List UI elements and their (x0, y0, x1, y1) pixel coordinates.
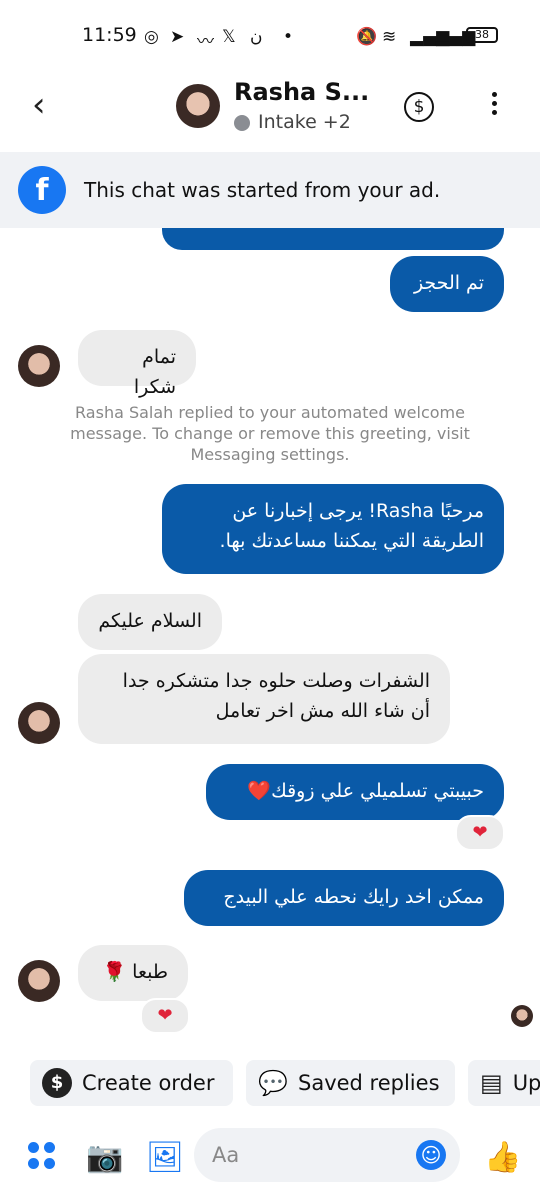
status-time: 11:59 (82, 24, 137, 46)
wifi-icon: ≋ (382, 27, 397, 47)
camera-icon[interactable]: 📷 (86, 1140, 123, 1175)
contact-avatar[interactable] (176, 84, 220, 128)
message-bubble-outgoing[interactable]: ممكن اخد رايك نحطه علي البيدج (184, 870, 504, 926)
status-dot-icon (234, 115, 250, 131)
message-bubble-outgoing[interactable]: حبيبتي تسلميلي علي زوقك❤️ (206, 764, 504, 820)
gallery-icon[interactable]: 🖼 (146, 1140, 184, 1175)
contact-avatar-small[interactable] (18, 345, 60, 387)
contact-card-label: Up (512, 1071, 540, 1095)
system-note: Rasha Salah replied to your automated we… (70, 403, 470, 464)
battery-indicator: 38 (466, 27, 498, 43)
heart-reaction-icon[interactable]: ❤ (455, 815, 505, 851)
contact-avatar-small[interactable] (18, 702, 60, 744)
signal-icon: 〰 (197, 32, 214, 52)
notification-dot-icon: • (283, 27, 294, 47)
payment-button[interactable]: $ (404, 92, 434, 122)
like-icon[interactable]: 👍 (484, 1140, 521, 1175)
contact-avatar-small[interactable] (18, 960, 60, 1002)
mute-icon: 🔕 (356, 27, 378, 47)
message-input-placeholder: Aa (212, 1143, 240, 1167)
message-bubble-incoming[interactable]: السلام عليكم (78, 594, 222, 650)
message-bubble-outgoing[interactable]: تم الحجز (390, 256, 504, 312)
emoji-icon[interactable]: ☺ (416, 1140, 446, 1170)
id-card-icon: ▤ (480, 1069, 503, 1097)
message-bubble-outgoing[interactable]: مرحبًا Rasha! يرجى إخبارنا عن الطريقة ال… (162, 484, 504, 574)
heart-reaction-icon[interactable]: ❤ (140, 998, 190, 1034)
app-icon: ن (250, 27, 263, 47)
facebook-icon: f (18, 166, 66, 214)
saved-replies-chip[interactable]: 💬 Saved replies (246, 1060, 455, 1106)
message-bubble-incoming[interactable]: الشفرات وصلت حلوه جدا متشكره جدا أن شاء … (78, 654, 450, 744)
contact-name[interactable]: Rasha S... (234, 78, 369, 106)
contact-labels[interactable]: Intake +2 (258, 111, 351, 133)
ad-banner-text: This chat was started from your ad. (84, 178, 441, 202)
whatsapp-icon: ◎ (144, 27, 159, 47)
more-options-icon[interactable] (492, 92, 498, 119)
create-order-label: Create order (82, 1071, 215, 1095)
back-button[interactable]: ‹ (32, 88, 46, 122)
telegram-icon: ➤ (170, 27, 185, 47)
x-icon: 𝕏 (222, 27, 236, 47)
contact-card-chip[interactable]: ▤ Up (468, 1060, 540, 1106)
chat-bubbles-icon: 💬 (258, 1069, 288, 1097)
apps-grid-icon[interactable] (28, 1142, 56, 1170)
seen-avatar (511, 1005, 533, 1027)
create-order-chip[interactable]: $ Create order (30, 1060, 233, 1106)
saved-replies-label: Saved replies (298, 1071, 440, 1095)
message-bubble-incoming[interactable]: تمام شكرا (78, 330, 196, 398)
message-bubble-incoming[interactable]: طبعا 🌹 (78, 945, 188, 1001)
dollar-icon: $ (42, 1068, 72, 1098)
